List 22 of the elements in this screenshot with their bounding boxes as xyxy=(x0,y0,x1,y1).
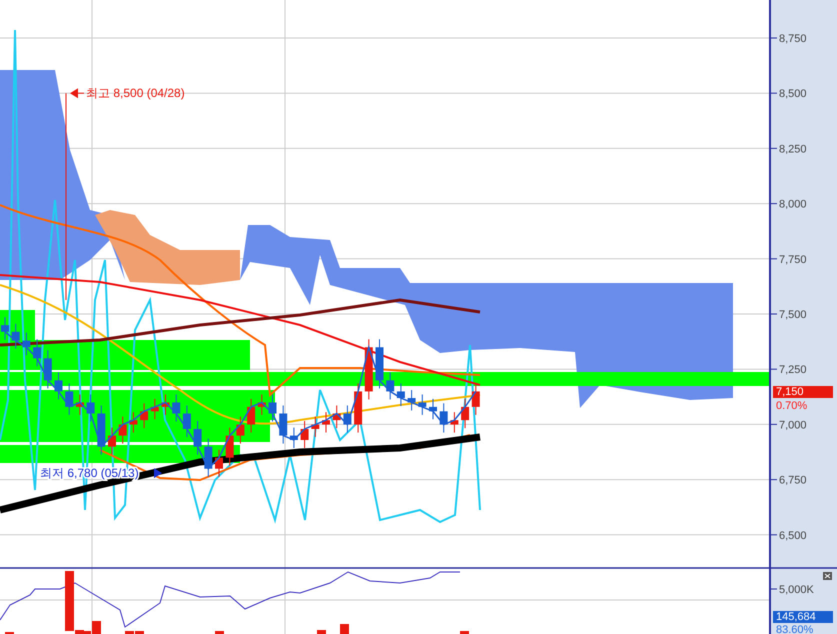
volume-bar xyxy=(215,631,224,634)
axis-label: 8,000 xyxy=(779,198,807,211)
close-icon[interactable] xyxy=(823,572,832,580)
volume-bar xyxy=(460,631,469,634)
axis-label: 8,250 xyxy=(779,143,807,156)
axis-label: 8,750 xyxy=(779,33,807,45)
axis-label: 7,750 xyxy=(779,254,807,266)
change-label: 0.70% xyxy=(776,400,808,412)
price-badge: 7,150 xyxy=(773,386,833,398)
volume-badge: 145,684 xyxy=(773,611,833,623)
axis-label: 5,000K xyxy=(779,584,814,596)
axis-label: 7,000 xyxy=(779,419,807,432)
axis-label: 8,500 xyxy=(779,88,807,100)
low-marker-arrow xyxy=(154,468,162,478)
axis-label: 6,500 xyxy=(779,530,807,542)
volume-bar xyxy=(340,624,349,634)
axis-label: 6,750 xyxy=(779,474,807,487)
ratio-label: 83.60% xyxy=(776,624,814,634)
axis-label: 7,500 xyxy=(779,309,807,321)
axis-label: 7,250 xyxy=(779,364,807,376)
high-price-label: 최고 8,500 (04/28) xyxy=(86,86,185,100)
volume-bar xyxy=(317,630,326,634)
